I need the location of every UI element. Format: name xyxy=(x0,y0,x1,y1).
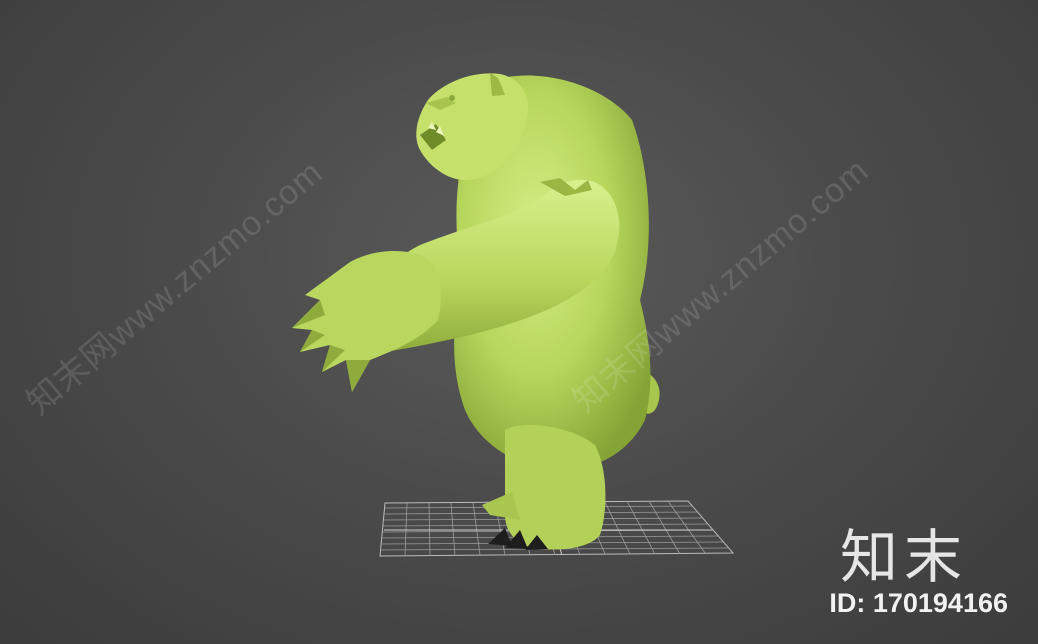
bear-3d-model xyxy=(292,73,660,550)
3d-viewport: 知末网www.znzmo.com 知末网www.znzmo.com 知末 ID:… xyxy=(0,0,1038,644)
brand-logo-text: 知末 xyxy=(839,523,968,591)
model-id-label: ID: 170194166 xyxy=(829,588,1008,618)
